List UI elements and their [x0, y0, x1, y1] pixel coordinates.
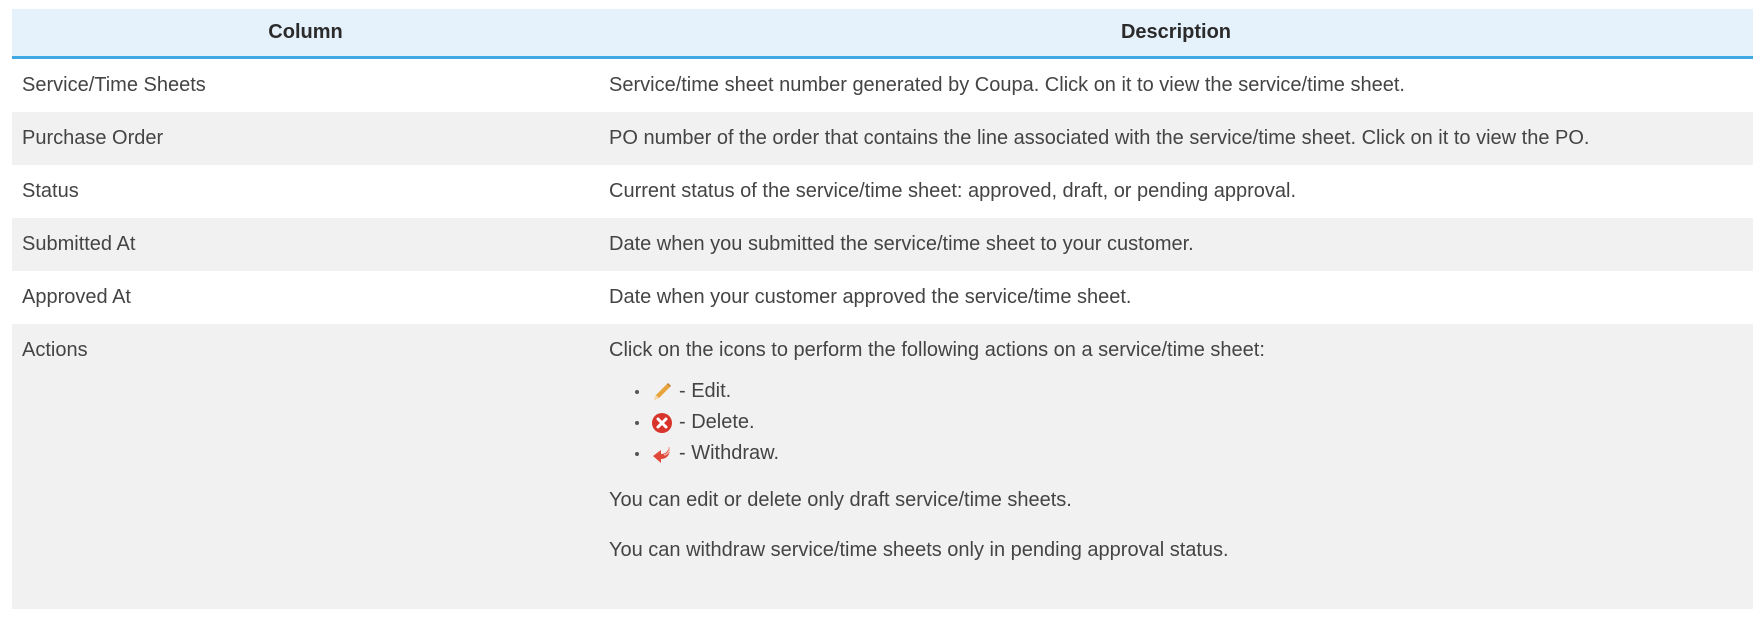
- delete-icon: [651, 412, 673, 434]
- description-header: Description: [599, 9, 1753, 59]
- column-header: Column: [12, 9, 599, 59]
- action-withdraw-label: - Withdraw.: [679, 442, 780, 464]
- action-edit-label: - Edit.: [679, 380, 732, 402]
- row-column-name: Service/Time Sheets: [12, 57, 599, 112]
- row-description: Date when you submitted the service/time…: [599, 218, 1753, 271]
- list-item: - Edit.: [635, 376, 1743, 407]
- row-description: Date when your customer approved the ser…: [599, 271, 1753, 324]
- bullet-dot: [635, 451, 639, 456]
- pencil-icon: [651, 381, 673, 403]
- columns-table: Column Description Service/Time Sheets S…: [12, 9, 1753, 609]
- bullet-dot: [635, 389, 639, 394]
- actions-intro: Click on the icons to perform the follow…: [609, 339, 1265, 361]
- table-row: Service/Time Sheets Service/time sheet n…: [12, 57, 1753, 112]
- row-description: Current status of the service/time sheet…: [599, 165, 1753, 218]
- action-delete-label: - Delete.: [679, 411, 755, 433]
- table-header-row: Column Description: [12, 9, 1753, 59]
- table-row: Approved At Date when your customer appr…: [12, 271, 1753, 324]
- bullet-dot: [635, 420, 639, 425]
- actions-list: - Edit. - Delete. - Withdraw.: [609, 376, 1743, 469]
- list-item: - Delete.: [635, 407, 1743, 438]
- row-column-name: Status: [12, 165, 599, 218]
- withdraw-icon: [651, 443, 673, 465]
- actions-note-withdraw: You can withdraw service/time sheets onl…: [609, 539, 1229, 561]
- row-column-name: Purchase Order: [12, 112, 599, 165]
- row-column-name: Approved At: [12, 271, 599, 324]
- row-column-name: Actions: [12, 324, 599, 609]
- list-item: - Withdraw.: [635, 438, 1743, 469]
- row-description: Service/time sheet number generated by C…: [599, 57, 1753, 112]
- row-description-actions: Click on the icons to perform the follow…: [599, 324, 1753, 609]
- table-row: Purchase Order PO number of the order th…: [12, 112, 1753, 165]
- actions-note-edit-delete: You can edit or delete only draft servic…: [609, 489, 1072, 511]
- row-column-name: Submitted At: [12, 218, 599, 271]
- table-row: Status Current status of the service/tim…: [12, 165, 1753, 218]
- table-row-actions: Actions Click on the icons to perform th…: [12, 324, 1753, 609]
- table-row: Submitted At Date when you submitted the…: [12, 218, 1753, 271]
- row-description: PO number of the order that contains the…: [599, 112, 1753, 165]
